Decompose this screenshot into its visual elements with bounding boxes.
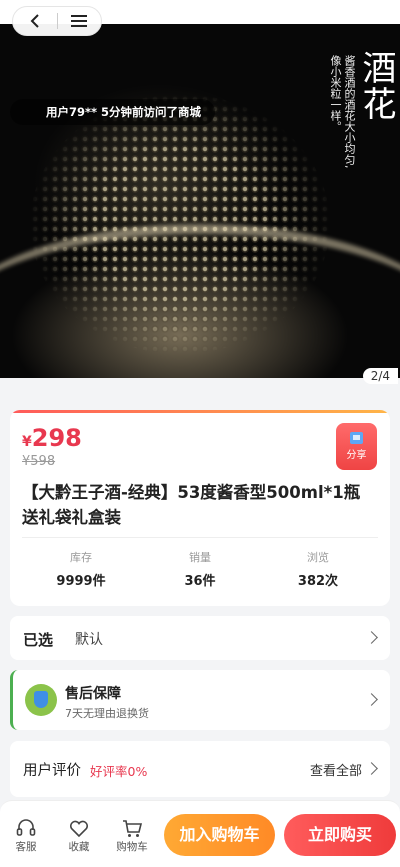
chevron-left-icon bbox=[30, 14, 39, 28]
tab-label: 购物车 bbox=[116, 841, 148, 853]
headset-icon bbox=[16, 819, 36, 836]
menu-button[interactable] bbox=[57, 6, 101, 36]
hero-subtitle: 酱香酒的酒花大小均匀, 像小米粒一样。 bbox=[328, 55, 356, 215]
buy-now-button[interactable]: 立即购买 bbox=[284, 814, 396, 856]
spec-selector[interactable]: 已选 默认 bbox=[10, 616, 390, 660]
stat-stock: 库存 9999件 bbox=[31, 549, 131, 589]
chevron-right-icon bbox=[365, 762, 378, 775]
chevron-right-icon bbox=[365, 631, 378, 644]
tab-label: 客服 bbox=[15, 841, 37, 853]
reviews-label: 用户评价 bbox=[23, 763, 81, 779]
glass-rim-graphic bbox=[0, 224, 400, 378]
menu-icon bbox=[71, 15, 88, 27]
tab-label: 收藏 bbox=[68, 841, 90, 853]
shield-icon bbox=[25, 684, 57, 716]
after-sales-row[interactable]: 售后保障 7天无理由退换货 bbox=[10, 670, 390, 730]
spec-label: 已选 bbox=[23, 631, 54, 649]
reviews-row: 用户评价 好评率0% 查看全部 bbox=[10, 741, 390, 797]
share-button[interactable]: 分享 bbox=[336, 423, 377, 470]
stat-label: 销量 bbox=[189, 551, 211, 564]
view-all-reviews-link[interactable]: 查看全部 bbox=[310, 760, 362, 779]
stat-value: 382次 bbox=[297, 574, 339, 589]
original-price: ¥598 bbox=[22, 454, 56, 469]
back-button[interactable] bbox=[13, 6, 57, 36]
stat-label: 浏览 bbox=[307, 551, 329, 564]
service-desc: 7天无理由退换货 bbox=[65, 707, 149, 720]
image-counter: 2/4 bbox=[362, 368, 398, 384]
share-label: 分享 bbox=[346, 450, 367, 461]
currency-symbol: ¥ bbox=[22, 434, 32, 450]
hero-title: 酒花 bbox=[356, 50, 396, 122]
nav-capsule bbox=[12, 6, 102, 36]
stat-label: 库存 bbox=[70, 551, 92, 564]
tab-favorite[interactable]: 收藏 bbox=[57, 817, 101, 854]
spec-value: 默认 bbox=[75, 632, 103, 648]
hero-subtitle-line: 酱香酒的酒花大小均匀, bbox=[343, 55, 356, 169]
current-price: ¥298 bbox=[22, 424, 82, 452]
tab-customer-service[interactable]: 客服 bbox=[4, 817, 48, 854]
stat-value: 9999件 bbox=[56, 574, 106, 589]
divider bbox=[22, 537, 378, 538]
tab-cart[interactable]: 购物车 bbox=[110, 817, 154, 854]
heart-icon bbox=[69, 820, 89, 838]
chevron-right-icon bbox=[365, 693, 378, 706]
positive-rate: 好评率0% bbox=[90, 764, 148, 779]
price-value: 298 bbox=[31, 424, 82, 452]
product-image-carousel[interactable]: 酒花 酱香酒的酒花大小均匀, 像小米粒一样。 用户79** 5分钟前访问了商城 bbox=[0, 0, 400, 378]
visit-notification: 用户79** 5分钟前访问了商城 bbox=[10, 99, 216, 125]
stat-views: 浏览 382次 bbox=[268, 549, 368, 589]
stat-value: 36件 bbox=[184, 574, 216, 589]
product-title: 【大黔王子酒-经典】53度酱香型500ml*1瓶送礼袋礼盒装 bbox=[22, 483, 361, 527]
service-title: 售后保障 bbox=[65, 686, 121, 702]
add-to-cart-button[interactable]: 加入购物车 bbox=[164, 814, 275, 856]
share-icon bbox=[350, 432, 363, 444]
hero-subtitle-line: 像小米粒一样。 bbox=[329, 55, 342, 132]
stat-sales: 销量 36件 bbox=[150, 549, 250, 589]
cart-icon bbox=[123, 820, 143, 837]
